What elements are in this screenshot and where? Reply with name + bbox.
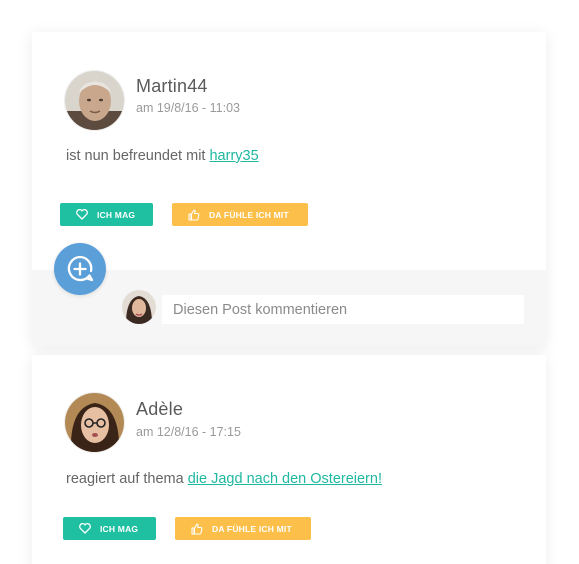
post-text-prefix: ist nun befreundet mit [66,148,210,164]
like-button[interactable]: ICH MAG [60,203,153,226]
feel-with-button-label: DA FÜHLE ICH MIT [209,209,289,220]
add-comment-button[interactable] [54,243,106,295]
like-button[interactable]: ICH MAG [63,517,156,540]
thumbs-up-icon [188,208,200,221]
post-card: Adèle am 12/8/16 - 17:15 reagiert auf th… [32,355,546,564]
heart-icon [79,523,91,534]
thumbs-up-icon [191,522,203,535]
add-comment-icon [67,255,94,282]
like-button-label: ICH MAG [97,209,136,220]
post-text-prefix: reagiert auf thema [66,471,188,487]
post-text: reagiert auf thema die Jagd nach den Ost… [66,471,382,487]
author-avatar[interactable] [64,70,125,131]
post-text: ist nun befreundet mit harry35 [66,148,259,164]
post-card: Martin44 am 19/8/16 - 11:03 ist nun befr… [32,32,546,346]
heart-icon [76,209,88,220]
feel-with-button[interactable]: DA FÜHLE ICH MIT [172,203,308,226]
post-link[interactable]: die Jagd nach den Ostereiern! [188,471,382,487]
feel-with-button-label: DA FÜHLE ICH MIT [212,523,292,534]
author-name[interactable]: Adèle [136,399,183,420]
like-button-label: ICH MAG [100,523,139,534]
feel-with-button[interactable]: DA FÜHLE ICH MIT [175,517,311,540]
post-link[interactable]: harry35 [209,148,258,164]
author-avatar[interactable] [64,392,125,453]
comment-area [32,270,546,346]
post-timestamp: am 19/8/16 - 11:03 [136,101,241,115]
author-name[interactable]: Martin44 [136,76,208,97]
comment-input[interactable] [162,295,524,324]
current-user-avatar [122,290,156,324]
post-timestamp: am 12/8/16 - 17:15 [136,425,241,439]
